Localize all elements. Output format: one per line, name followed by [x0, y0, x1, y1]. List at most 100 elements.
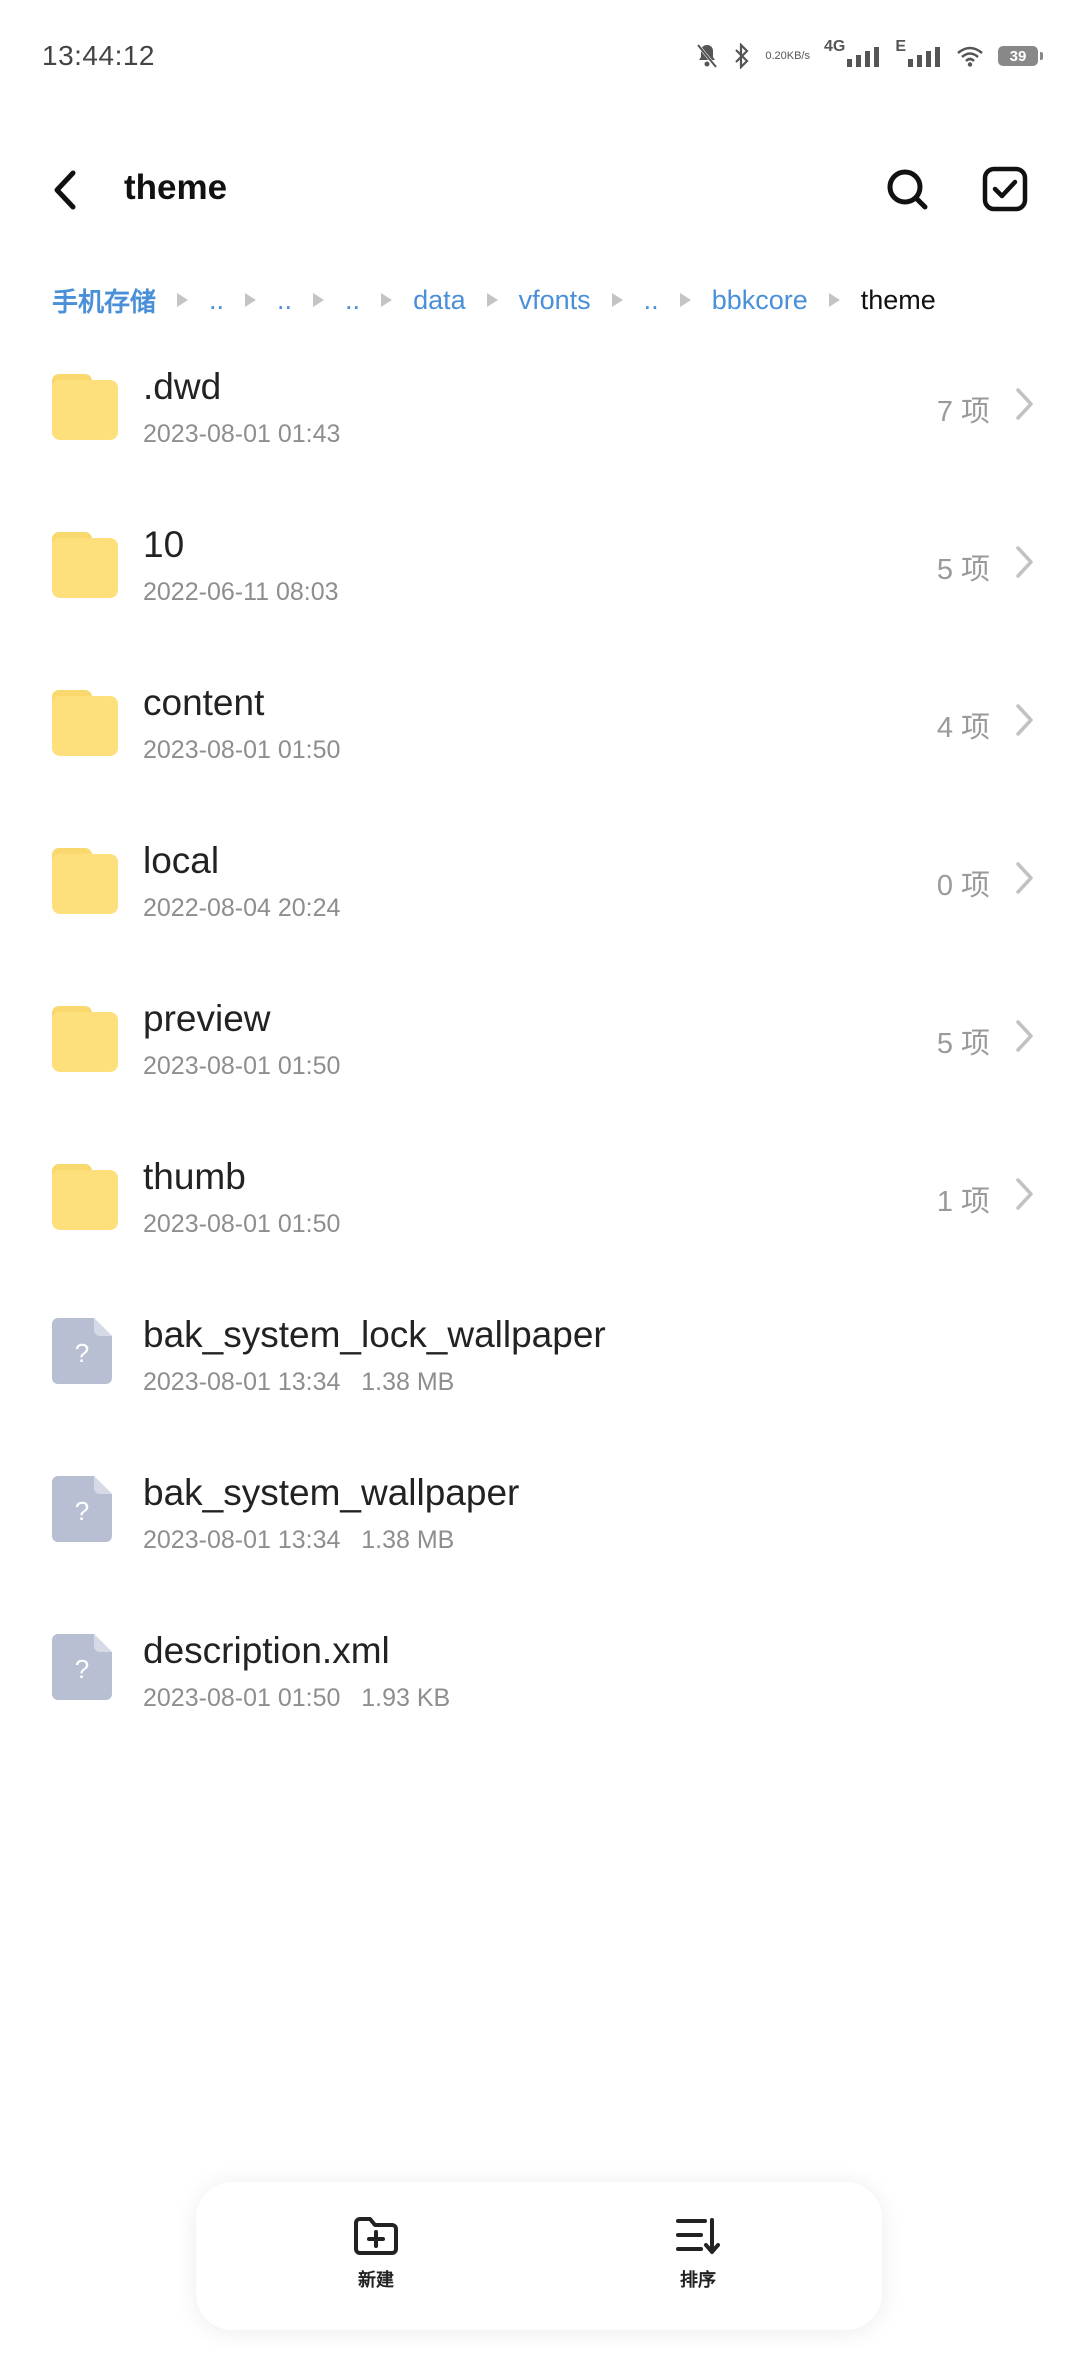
- file-date: 2023-08-01 13:34: [143, 1368, 341, 1396]
- battery-indicator: 39: [998, 46, 1043, 66]
- file-name: bak_system_wallpaper: [143, 1472, 520, 1513]
- file-name: description.xml: [143, 1630, 390, 1671]
- status-icons: 0.20 KB/s 4G E 39: [695, 38, 1043, 74]
- item-count: 1 项: [936, 1186, 990, 1218]
- file-row-bak-system-lock-wallpaper[interactable]: ? bak_system_lock_wallpaper 2023-08-01 1…: [0, 1288, 1080, 1446]
- sim1-network-label: 4G: [823, 38, 846, 55]
- multi-select-button[interactable]: [974, 158, 1036, 220]
- file-name: thumb: [143, 1156, 246, 1197]
- svg-text:?: ?: [75, 1654, 89, 1684]
- sort-button[interactable]: 排序: [648, 2216, 748, 2300]
- folder-icon: [52, 844, 118, 914]
- breadcrumb-item-vfonts[interactable]: vfonts: [519, 285, 591, 316]
- breadcrumb-item-data[interactable]: data: [413, 285, 466, 316]
- file-date: 2022-06-11 08:03: [143, 578, 339, 606]
- item-count: 5 项: [936, 554, 990, 586]
- chevron-right-icon: [1016, 1178, 1033, 1210]
- breadcrumb: 手机存储 .. .. .. data vfonts .. bbkcore the…: [52, 280, 936, 320]
- unknown-file-icon: ?: [52, 1318, 118, 1384]
- mute-icon: [695, 43, 719, 69]
- file-manager-screen: 13:44:12 0.20 KB/s 4G E 39 theme 手机存储 ..…: [0, 0, 1080, 2376]
- folder-icon: [52, 1160, 118, 1230]
- chevron-left-icon: [54, 170, 76, 210]
- folder-icon: [52, 1002, 118, 1072]
- net-speed-value: 0.20: [765, 50, 787, 62]
- bottom-action-bar: 新建 排序: [196, 2182, 882, 2330]
- breadcrumb-current: theme: [860, 284, 936, 315]
- breadcrumb-separator-icon: [611, 293, 623, 307]
- chevron-right-icon: [1016, 704, 1033, 736]
- file-date: 2023-08-01 13:34: [143, 1526, 341, 1554]
- svg-text:?: ?: [75, 1338, 89, 1368]
- breadcrumb-item-root[interactable]: 手机存储: [52, 282, 156, 319]
- breadcrumb-item[interactable]: ..: [345, 285, 360, 316]
- sim1-signal: 4G: [824, 38, 881, 67]
- breadcrumb-separator-icon: [177, 293, 189, 307]
- file-list: .dwd 2023-08-01 01:43 7 项 10 2022-06-11 …: [0, 340, 1080, 1762]
- unknown-file-icon: ?: [52, 1476, 118, 1542]
- file-size: 1.93 KB: [361, 1684, 451, 1712]
- search-button[interactable]: [876, 158, 938, 220]
- file-date: 2023-08-01 01:50: [143, 736, 341, 764]
- unknown-file-icon: ?: [52, 1634, 118, 1700]
- breadcrumb-separator-icon: [486, 293, 498, 307]
- status-time: 13:44:12: [42, 40, 155, 71]
- breadcrumb-separator-icon: [245, 293, 257, 307]
- sim2-signal: E: [895, 38, 942, 67]
- new-button[interactable]: 新建: [326, 2216, 426, 2300]
- file-meta: 2023-08-01 01:50 1.93 KB: [143, 1684, 450, 1713]
- chevron-right-icon: [1016, 1020, 1033, 1052]
- checkbox-icon: [982, 166, 1028, 212]
- file-size: 1.38 MB: [361, 1526, 455, 1554]
- chevron-right-icon: [1016, 388, 1033, 420]
- file-date: 2023-08-01 01:43: [143, 420, 341, 448]
- app-header: theme: [0, 140, 1080, 240]
- breadcrumb-item[interactable]: ..: [277, 285, 292, 316]
- file-name: preview: [143, 998, 271, 1039]
- folder-icon: [52, 370, 118, 440]
- breadcrumb-separator-icon: [828, 293, 840, 307]
- folder-icon: [52, 686, 118, 756]
- chevron-right-icon: [1016, 546, 1033, 578]
- search-icon: [887, 169, 928, 210]
- folder-row-10[interactable]: 10 2022-06-11 08:03 5 项: [0, 498, 1080, 656]
- status-bar: 13:44:12 0.20 KB/s 4G E 39: [0, 0, 1080, 110]
- new-button-label: 新建: [358, 2270, 394, 2290]
- file-size: 1.38 MB: [361, 1368, 455, 1396]
- file-date: 2023-08-01 01:50: [143, 1210, 341, 1238]
- file-name: 10: [143, 524, 185, 565]
- folder-row-dwd[interactable]: .dwd 2023-08-01 01:43 7 项: [0, 340, 1080, 498]
- file-date: 2023-08-01 01:50: [143, 1052, 341, 1080]
- sort-button-label: 排序: [680, 2270, 716, 2290]
- breadcrumb-separator-icon: [679, 293, 691, 307]
- file-date: 2022-08-04 20:24: [143, 894, 341, 922]
- new-folder-icon: [354, 2217, 398, 2255]
- breadcrumb-item[interactable]: ..: [644, 285, 659, 316]
- breadcrumb-item-bbkcore[interactable]: bbkcore: [712, 285, 808, 316]
- folder-row-local[interactable]: local 2022-08-04 20:24 0 项: [0, 814, 1080, 972]
- file-row-description-xml[interactable]: ? description.xml 2023-08-01 01:50 1.93 …: [0, 1604, 1080, 1762]
- file-name: .dwd: [143, 366, 222, 407]
- folder-row-preview[interactable]: preview 2023-08-01 01:50 5 项: [0, 972, 1080, 1130]
- file-name: local: [143, 840, 220, 881]
- wifi-icon: [956, 45, 984, 67]
- item-count: 0 项: [936, 870, 990, 902]
- bluetooth-icon: [733, 43, 751, 69]
- file-name: content: [143, 682, 265, 723]
- signal-bars-icon: [908, 47, 940, 67]
- folder-row-thumb[interactable]: thumb 2023-08-01 01:50 1 项: [0, 1130, 1080, 1288]
- page-title: theme: [124, 168, 228, 207]
- file-row-bak-system-wallpaper[interactable]: ? bak_system_wallpaper 2023-08-01 13:34 …: [0, 1446, 1080, 1604]
- folder-row-content[interactable]: content 2023-08-01 01:50 4 项: [0, 656, 1080, 814]
- file-name: bak_system_lock_wallpaper: [143, 1314, 606, 1355]
- breadcrumb-item[interactable]: ..: [209, 285, 224, 316]
- item-count: 5 项: [936, 1028, 990, 1060]
- back-button[interactable]: [40, 162, 90, 218]
- file-meta: 2023-08-01 13:34 1.38 MB: [143, 1368, 454, 1397]
- folder-icon: [52, 528, 118, 598]
- signal-bars-icon: [847, 47, 880, 67]
- breadcrumb-separator-icon: [313, 293, 325, 307]
- sort-icon: [676, 2218, 720, 2254]
- item-count: 7 项: [936, 396, 990, 428]
- net-speed-unit: KB/s: [786, 50, 810, 62]
